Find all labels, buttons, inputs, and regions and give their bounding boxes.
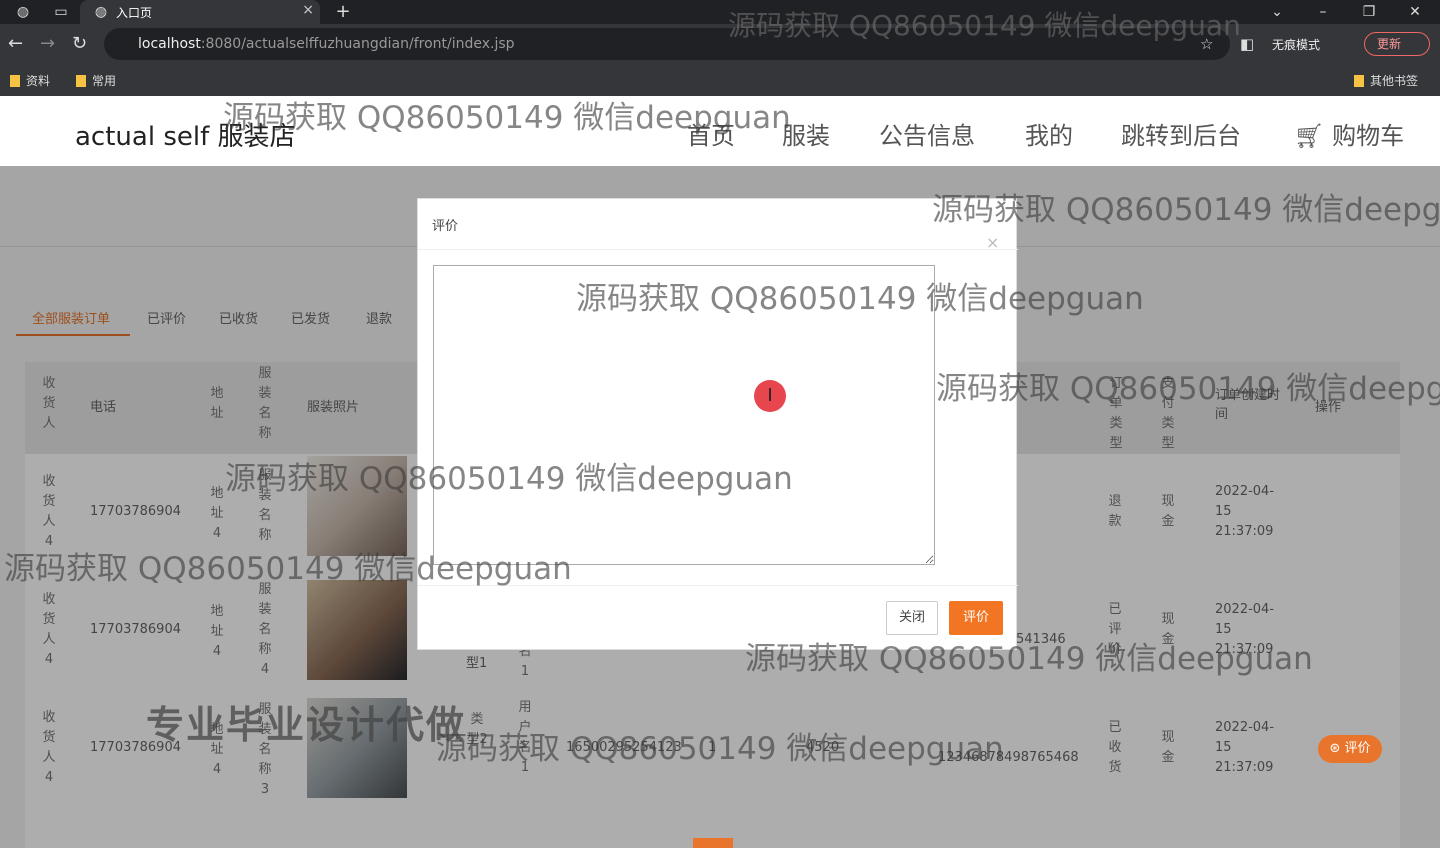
watermark: 源码获取 QQ86050149 微信deepguan (436, 731, 1004, 767)
nav-cart-label: 购物车 (1332, 122, 1405, 150)
folder-icon (76, 75, 86, 87)
divider (418, 249, 1018, 250)
row3-review-button[interactable]: ⊛ 评价 (1318, 735, 1382, 763)
window-icon[interactable]: ▭ (52, 3, 70, 21)
folder-icon (10, 75, 20, 87)
tab-title: 入口页 (116, 6, 153, 20)
promo-watermark: 专业毕业设计代做 (146, 703, 467, 747)
watermark: 源码获取 QQ86050149 微信deepguan (745, 641, 1313, 677)
bookmark-folder-2[interactable]: 常用 (76, 72, 116, 89)
bookmark-folder-1[interactable]: 资料 (10, 72, 50, 89)
watermark: 源码获取 QQ86050149 微信deepguan (225, 461, 793, 497)
nav-cart[interactable]: 🛒︎ 购物车 (1294, 116, 1404, 151)
url-path: :8080/actualselffuzhuangdian/front/index… (200, 36, 515, 52)
window-close-icon[interactable]: ✕ (1406, 3, 1424, 21)
watermark: 源码获取 QQ86050149 微信deepguan (932, 192, 1440, 228)
dialog-title: 评价 (432, 219, 459, 234)
minimize-icon[interactable]: – (1314, 3, 1332, 21)
favicon-icon: ◍ (94, 4, 108, 20)
watermark: 源码获取 QQ86050149 微信deepguan (576, 281, 1144, 317)
submit-review-button[interactable]: 评价 (949, 601, 1003, 635)
update-button[interactable]: 更新 (1364, 32, 1430, 56)
close-button[interactable]: 关闭 (886, 601, 938, 635)
new-tab-icon[interactable]: + (334, 3, 352, 21)
text-cursor-icon: I (754, 380, 786, 412)
close-tab-icon[interactable]: × (302, 2, 314, 18)
reload-icon[interactable]: ↻ (72, 34, 87, 54)
globe-icon[interactable]: ◍ (14, 3, 32, 21)
nav-notices[interactable]: 公告信息 (879, 116, 975, 151)
folder-icon (1354, 75, 1364, 87)
url-host: localhost (138, 36, 201, 52)
incognito-label[interactable]: 无痕模式 (1272, 36, 1320, 53)
browser-tab[interactable]: ◍ 入口页 × (80, 0, 320, 24)
forward-icon[interactable]: → (40, 34, 55, 54)
bookmark-label: 其他书签 (1370, 74, 1419, 88)
watermark: 源码获取 QQ86050149 微信deepguan (4, 551, 572, 587)
watermark: 源码获取 QQ86050149 微信deepguan (936, 371, 1440, 407)
tab-search-icon[interactable]: ⌄ (1268, 3, 1286, 21)
sidepanel-icon[interactable]: ◧ (1240, 34, 1254, 54)
watermark: 源码获取 QQ86050149 微信deepguan (223, 100, 791, 136)
review-button-label: 评价 (1344, 741, 1371, 756)
cart-icon: 🛒︎ (1294, 122, 1325, 150)
watermark: 源码获取 QQ86050149 微信deepguan (728, 9, 1241, 42)
bookmark-label: 常用 (92, 74, 117, 88)
nav-admin[interactable]: 跳转到后台 (1121, 116, 1241, 151)
bookmark-label: 资料 (26, 74, 51, 88)
nav-mine[interactable]: 我的 (1025, 116, 1073, 151)
pagination-current[interactable] (693, 838, 733, 848)
other-bookmarks[interactable]: 其他书签 (1354, 72, 1418, 89)
review-icon: ⊛ (1329, 741, 1341, 756)
back-icon[interactable]: ← (8, 34, 23, 54)
restore-icon[interactable]: ❐ (1360, 3, 1378, 21)
